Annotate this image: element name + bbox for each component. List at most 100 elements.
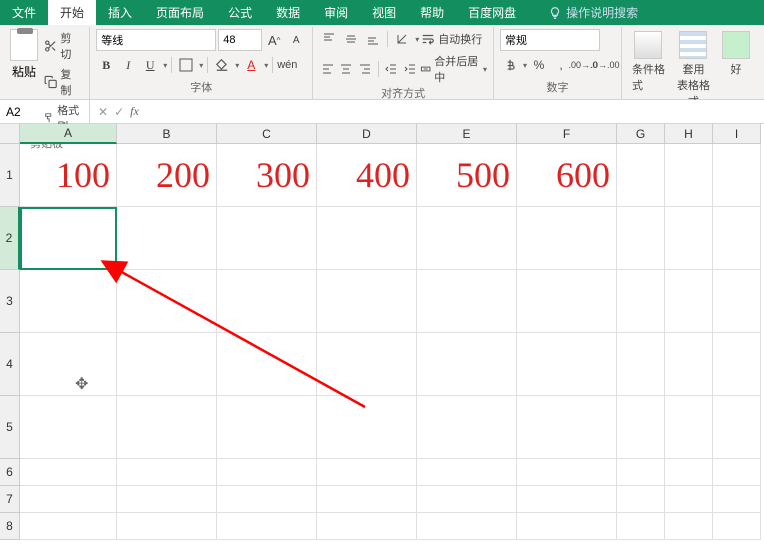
cell-H4[interactable] [665, 333, 713, 396]
cell-B3[interactable] [117, 270, 217, 333]
cell-F2[interactable] [517, 207, 617, 270]
chevron-down-icon[interactable]: ▾ [163, 61, 167, 70]
cells-area[interactable]: 100200300400500600 [20, 144, 761, 540]
col-header-G[interactable]: G [617, 124, 665, 144]
cell-C8[interactable] [217, 513, 317, 540]
align-bottom-button[interactable] [363, 29, 383, 49]
cell-G1[interactable] [617, 144, 665, 207]
cell-C3[interactable] [217, 270, 317, 333]
cell-E5[interactable] [417, 396, 517, 459]
row-header-3[interactable]: 3 [0, 270, 20, 333]
cell-D5[interactable] [317, 396, 417, 459]
cell-H3[interactable] [665, 270, 713, 333]
good-style-button[interactable]: 好 [718, 29, 754, 79]
cell-E7[interactable] [417, 486, 517, 513]
row-header-1[interactable]: 1 [0, 144, 20, 207]
row-header-7[interactable]: 7 [0, 486, 20, 513]
cell-D7[interactable] [317, 486, 417, 513]
cell-G3[interactable] [617, 270, 665, 333]
cell-D8[interactable] [317, 513, 417, 540]
col-header-F[interactable]: F [517, 124, 617, 144]
chevron-down-icon[interactable]: ▾ [523, 61, 527, 70]
col-header-A[interactable]: A [20, 124, 117, 144]
italic-button[interactable]: I [118, 55, 138, 75]
cell-I5[interactable] [713, 396, 761, 459]
underline-button[interactable]: U [140, 55, 160, 75]
font-color-button[interactable]: A [241, 55, 261, 75]
chevron-down-icon[interactable]: ▾ [415, 35, 419, 44]
cancel-formula-button[interactable]: ✕ [98, 105, 108, 119]
merge-center-button[interactable]: 合并后居中 ▾ [420, 53, 487, 85]
font-size-select[interactable] [218, 29, 262, 51]
cell-E8[interactable] [417, 513, 517, 540]
chevron-down-icon[interactable]: ▾ [264, 61, 268, 70]
align-left-button[interactable] [319, 59, 336, 79]
conditional-format-button[interactable]: 条件格式 [628, 29, 669, 95]
cell-C2[interactable] [217, 207, 317, 270]
cell-I2[interactable] [713, 207, 761, 270]
orientation-button[interactable] [392, 29, 412, 49]
align-right-button[interactable] [357, 59, 374, 79]
cell-F3[interactable] [517, 270, 617, 333]
cell-F5[interactable] [517, 396, 617, 459]
formula-input[interactable] [147, 100, 764, 123]
cell-E1[interactable]: 500 [417, 144, 517, 207]
border-button[interactable] [176, 55, 196, 75]
cell-E2[interactable] [417, 207, 517, 270]
decrease-decimal-button[interactable]: .0→.00 [595, 55, 615, 75]
cell-H2[interactable] [665, 207, 713, 270]
tab-file[interactable]: 文件 [0, 0, 48, 25]
cell-C1[interactable]: 300 [217, 144, 317, 207]
row-header-4[interactable]: 4 [0, 333, 20, 396]
cell-A2[interactable] [20, 207, 117, 270]
cell-G2[interactable] [617, 207, 665, 270]
align-center-button[interactable] [338, 59, 355, 79]
cell-G5[interactable] [617, 396, 665, 459]
cell-A3[interactable] [20, 270, 117, 333]
cell-A7[interactable] [20, 486, 117, 513]
tab-view[interactable]: 视图 [360, 0, 408, 25]
col-header-E[interactable]: E [417, 124, 517, 144]
accept-formula-button[interactable]: ✓ [114, 105, 124, 119]
cell-H6[interactable] [665, 459, 713, 486]
decrease-font-button[interactable]: A [286, 30, 306, 50]
tab-baidu[interactable]: 百度网盘 [456, 0, 528, 25]
cell-F8[interactable] [517, 513, 617, 540]
cell-B1[interactable]: 200 [117, 144, 217, 207]
cell-E4[interactable] [417, 333, 517, 396]
tab-insert[interactable]: 插入 [96, 0, 144, 25]
currency-button[interactable] [500, 55, 520, 75]
cell-E3[interactable] [417, 270, 517, 333]
paste-button[interactable]: 粘贴 [10, 29, 38, 80]
fill-color-button[interactable] [212, 55, 232, 75]
cell-A5[interactable] [20, 396, 117, 459]
wrap-text-button[interactable]: 自动换行 [421, 31, 482, 47]
tab-home[interactable]: 开始 [48, 0, 96, 25]
table-format-button[interactable]: 套用 表格格式 [673, 29, 714, 111]
cell-G6[interactable] [617, 459, 665, 486]
number-format-select[interactable] [500, 29, 600, 51]
bold-button[interactable]: B [96, 55, 116, 75]
cell-C7[interactable] [217, 486, 317, 513]
cell-A4[interactable] [20, 333, 117, 396]
font-name-select[interactable] [96, 29, 216, 51]
cell-G7[interactable] [617, 486, 665, 513]
col-header-D[interactable]: D [317, 124, 417, 144]
row-header-8[interactable]: 8 [0, 513, 20, 540]
cell-F4[interactable] [517, 333, 617, 396]
cell-B6[interactable] [117, 459, 217, 486]
name-box[interactable]: A2 [0, 100, 90, 123]
cell-B5[interactable] [117, 396, 217, 459]
cell-F1[interactable]: 600 [517, 144, 617, 207]
decrease-indent-button[interactable] [382, 59, 399, 79]
tab-review[interactable]: 审阅 [312, 0, 360, 25]
tab-data[interactable]: 数据 [264, 0, 312, 25]
cell-I8[interactable] [713, 513, 761, 540]
increase-indent-button[interactable] [401, 59, 418, 79]
increase-font-button[interactable]: A^ [264, 30, 284, 50]
cell-H5[interactable] [665, 396, 713, 459]
cell-B4[interactable] [117, 333, 217, 396]
fx-icon[interactable]: fx [130, 104, 139, 119]
cell-F7[interactable] [517, 486, 617, 513]
tell-me-search[interactable]: 操作说明搜索 [548, 4, 638, 21]
